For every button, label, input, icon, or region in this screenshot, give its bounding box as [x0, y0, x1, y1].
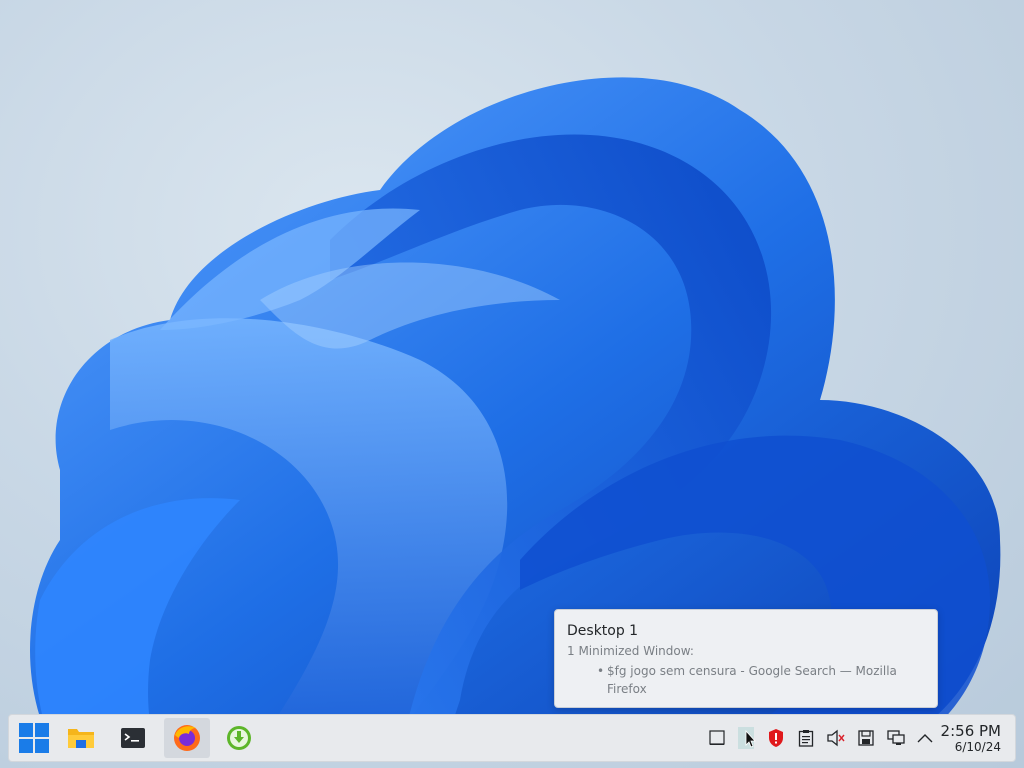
windows-logo-icon	[19, 723, 49, 753]
save-icon	[858, 730, 874, 746]
folder-icon	[68, 729, 94, 748]
window-title-line2: Firefox	[607, 682, 647, 696]
chevron-up-icon	[917, 734, 933, 743]
bullet-glyph: •	[597, 664, 605, 678]
security-shield-icon	[769, 729, 783, 747]
storage-tray[interactable]	[855, 727, 877, 749]
tooltip-title: Desktop 1	[567, 623, 639, 639]
window-title-line1: $fg jogo sem censura - Google Search — M…	[607, 664, 897, 678]
show-desktop-button[interactable]	[706, 727, 728, 749]
clipboard-tray[interactable]	[795, 727, 817, 749]
firefox-taskbar-button[interactable]	[164, 718, 210, 758]
clock-date: 6/10/24	[954, 740, 1001, 754]
terminal-button[interactable]	[113, 718, 153, 758]
tray-expander-button[interactable]	[914, 727, 936, 749]
volume-tray[interactable]	[825, 727, 847, 749]
virtual-desktop-icon	[738, 727, 756, 749]
network-icon	[887, 730, 905, 745]
security-shield-tray[interactable]	[765, 727, 787, 749]
file-manager-button[interactable]	[61, 718, 101, 758]
tooltip-subtitle: 1 Minimized Window:	[567, 644, 694, 658]
taskbar: 2:56 PM 6/10/24	[8, 714, 1016, 762]
minimized-window-item: • $fg jogo sem censura - Google Search — …	[567, 662, 925, 698]
volume-muted-icon	[827, 729, 845, 747]
firefox-icon	[174, 725, 200, 751]
download-icon	[227, 726, 251, 750]
downloader-button[interactable]	[219, 718, 259, 758]
digital-clock[interactable]: 2:56 PM 6/10/24	[941, 722, 1001, 754]
virtual-desktop-pager[interactable]	[737, 727, 759, 749]
clipboard-icon	[798, 730, 814, 747]
show-desktop-icon	[709, 730, 725, 745]
terminal-icon	[121, 728, 145, 748]
virtual-desktop-tooltip: Desktop 1 1 Minimized Window: • $fg jogo …	[554, 609, 938, 708]
start-menu-button[interactable]	[14, 718, 54, 758]
network-tray[interactable]	[885, 727, 907, 749]
clock-time: 2:56 PM	[940, 722, 1001, 740]
